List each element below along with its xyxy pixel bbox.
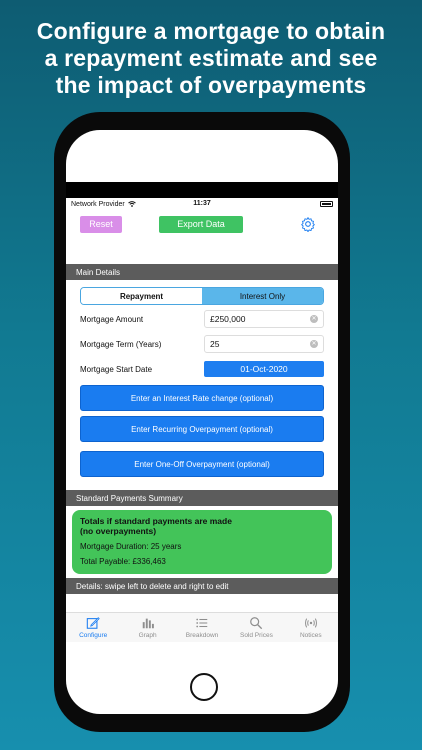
screen-top-bar — [66, 182, 338, 198]
tab-notices[interactable]: Notices — [284, 613, 338, 642]
start-date-label: Mortgage Start Date — [80, 364, 153, 374]
headline: Configure a mortgage to obtain a repayme… — [36, 18, 386, 98]
standard-summary-header: Standard Payments Summary — [66, 490, 338, 506]
summary-title: Totals if standard payments are made (no… — [80, 516, 232, 536]
main-details-header: Main Details — [66, 264, 338, 280]
summary-duration: Mortgage Duration: 25 years — [80, 542, 182, 551]
tab-breakdown-label: Breakdown — [185, 632, 219, 639]
mortgage-amount-row: Mortgage Amount £250,000 ✕ — [80, 308, 324, 330]
mortgage-amount-field[interactable]: £250,000 ✕ — [204, 310, 324, 328]
status-bar: Network Provider 11:37 — [66, 198, 338, 210]
search-icon — [250, 617, 263, 630]
list-icon — [196, 618, 208, 628]
segment-repayment[interactable]: Repayment — [81, 288, 202, 304]
mortgage-amount-label: Mortgage Amount — [80, 314, 144, 324]
standard-summary-card: Totals if standard payments are made (no… — [72, 510, 332, 574]
start-date-picker[interactable]: 01-Oct-2020 — [204, 361, 324, 377]
status-time: 11:37 — [193, 200, 211, 207]
bar-chart-icon — [142, 618, 154, 629]
start-date-row: Mortgage Start Date 01-Oct-2020 — [80, 358, 324, 380]
tab-notices-label: Notices — [299, 632, 322, 639]
battery-icon — [320, 201, 333, 207]
tab-graph-label: Graph — [138, 632, 157, 639]
tab-bar: Configure Graph Breakdown Sold Prices No… — [66, 612, 338, 642]
reset-button[interactable]: Reset — [80, 215, 122, 233]
mortgage-term-label: Mortgage Term (Years) — [80, 339, 162, 349]
gear-icon[interactable] — [300, 216, 316, 232]
summary-total-payable: Total Payable: £336,463 — [80, 557, 166, 566]
recurring-overpayment-button[interactable]: Enter Recurring Overpayment (optional) — [80, 416, 324, 442]
toolbar: Reset Export Data — [66, 210, 338, 238]
mortgage-type-segmented-control: Repayment Interest Only — [80, 287, 324, 305]
tab-graph[interactable]: Graph — [120, 613, 174, 642]
mortgage-term-field[interactable]: 25 ✕ — [204, 335, 324, 353]
interest-rate-change-button[interactable]: Enter an Interest Rate change (optional) — [80, 385, 324, 411]
tab-configure[interactable]: Configure — [66, 613, 120, 642]
home-button[interactable] — [190, 673, 218, 701]
segment-interest-only[interactable]: Interest Only — [202, 288, 323, 304]
tab-sold-prices-label: Sold Prices — [239, 632, 273, 639]
app-screen: Network Provider 11:37 Reset Export Data… — [66, 198, 338, 642]
mortgage-term-value: 25 — [210, 339, 220, 349]
oneoff-overpayment-button[interactable]: Enter One-Off Overpayment (optional) — [80, 451, 324, 477]
details-header: Details: swipe left to delete and right … — [66, 578, 338, 594]
mortgage-amount-value: £250,000 — [210, 314, 246, 324]
edit-icon — [86, 617, 100, 629]
clear-icon[interactable]: ✕ — [310, 340, 318, 348]
tab-configure-label: Configure — [79, 632, 108, 639]
tab-breakdown[interactable]: Breakdown — [175, 613, 229, 642]
export-data-button[interactable]: Export Data — [159, 215, 243, 233]
clear-icon[interactable]: ✕ — [310, 315, 318, 323]
broadcast-icon — [304, 618, 317, 628]
tab-sold-prices[interactable]: Sold Prices — [229, 613, 283, 642]
mortgage-term-row: Mortgage Term (Years) 25 ✕ — [80, 333, 324, 355]
